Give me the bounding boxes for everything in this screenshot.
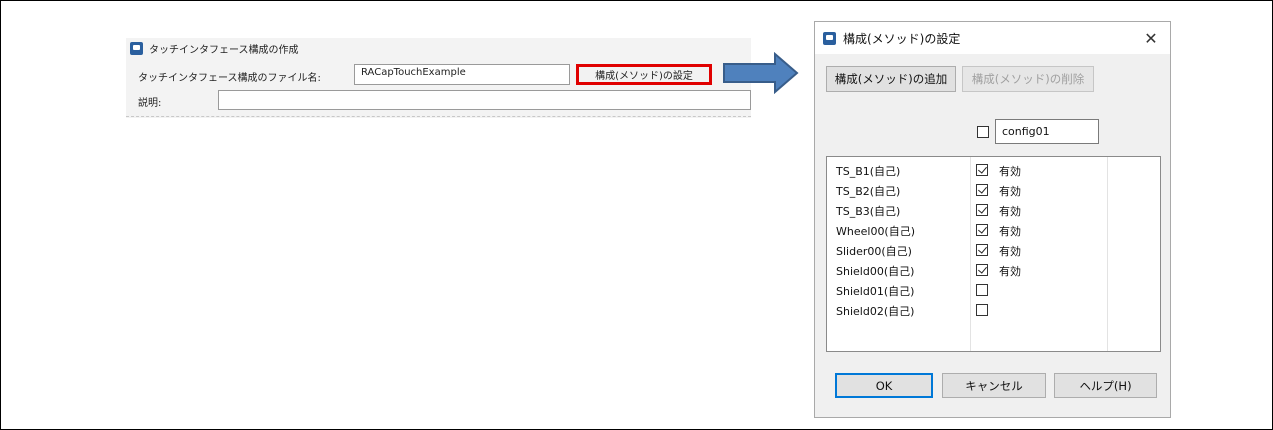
list-item: Shield02(自己)	[827, 300, 1160, 320]
add-method-button[interactable]: 構成(メソッド)の追加	[826, 66, 956, 92]
method-enable-checkbox[interactable]	[976, 244, 988, 256]
app-icon	[130, 41, 143, 55]
app-icon	[823, 32, 836, 45]
method-list: TS_B1(自己) 有効 TS_B2(自己) 有効 TS_B3(自己) 有効 Wheel00…	[826, 156, 1161, 352]
dialog-title: 構成(メソッド)の設定	[843, 32, 961, 46]
method-enable-checkbox[interactable]	[976, 204, 988, 216]
method-enable-checkbox[interactable]	[976, 164, 988, 176]
method-enable-checkbox[interactable]	[976, 284, 988, 296]
help-button[interactable]: ヘルプ(H)	[1054, 373, 1157, 398]
method-name: TS_B2(自己)	[836, 185, 901, 198]
method-enable-checkbox[interactable]	[976, 264, 988, 276]
right-arrow-icon	[723, 52, 799, 94]
method-status: 有効	[999, 165, 1021, 178]
dialog-title-group: 構成(メソッド)の設定	[823, 30, 960, 47]
config-enable-checkbox[interactable]	[977, 126, 989, 138]
ok-button[interactable]: OK	[835, 373, 933, 398]
method-status: 有効	[999, 185, 1021, 198]
create-touch-interface-panel: タッチインタフェース構成の作成 タッチインタフェース構成のファイル名: RACa…	[126, 38, 751, 118]
method-enable-checkbox[interactable]	[976, 184, 988, 196]
close-icon[interactable]: ✕	[1138, 26, 1164, 50]
method-name: Shield00(自己)	[836, 265, 915, 278]
panel-divider	[126, 116, 751, 118]
list-item: Shield01(自己)	[827, 280, 1160, 300]
filename-label: タッチインタフェース構成のファイル名:	[138, 73, 321, 84]
method-status: 有効	[999, 205, 1021, 218]
method-enable-checkbox[interactable]	[976, 224, 988, 236]
list-item: Shield00(自己) 有効	[827, 260, 1160, 280]
cancel-button[interactable]: キャンセル	[942, 373, 1046, 398]
method-name: Slider00(自己)	[836, 245, 912, 258]
filename-input[interactable]: RACapTouchExample	[354, 64, 570, 85]
panel-title: タッチインタフェース構成の作成	[149, 44, 299, 56]
list-item: TS_B2(自己) 有効	[827, 180, 1160, 200]
method-name: Shield01(自己)	[836, 285, 915, 298]
method-name: Shield02(自己)	[836, 305, 915, 318]
method-settings-dialog: 構成(メソッド)の設定 ✕ 構成(メソッド)の追加 構成(メソッド)の削除 co…	[814, 21, 1171, 418]
method-status: 有効	[999, 225, 1021, 238]
method-enable-checkbox[interactable]	[976, 304, 988, 316]
method-name: Wheel00(自己)	[836, 225, 916, 238]
list-item: TS_B3(自己) 有効	[827, 200, 1160, 220]
method-name: TS_B3(自己)	[836, 205, 901, 218]
panel-title-bar: タッチインタフェース構成の作成	[130, 39, 299, 57]
list-item: Slider00(自己) 有効	[827, 240, 1160, 260]
config-name-input[interactable]: config01	[995, 119, 1099, 144]
list-item: TS_B1(自己) 有効	[827, 160, 1160, 180]
method-status: 有効	[999, 245, 1021, 258]
method-status: 有効	[999, 265, 1021, 278]
description-label: 説明:	[138, 98, 162, 109]
list-item: Wheel00(自己) 有効	[827, 220, 1160, 240]
delete-method-button[interactable]: 構成(メソッド)の削除	[962, 66, 1094, 92]
description-input[interactable]	[218, 90, 751, 110]
method-name: TS_B1(自己)	[836, 165, 901, 178]
method-settings-button[interactable]: 構成(メソッド)の設定	[576, 64, 712, 85]
dialog-title-bar: 構成(メソッド)の設定 ✕	[815, 22, 1170, 54]
